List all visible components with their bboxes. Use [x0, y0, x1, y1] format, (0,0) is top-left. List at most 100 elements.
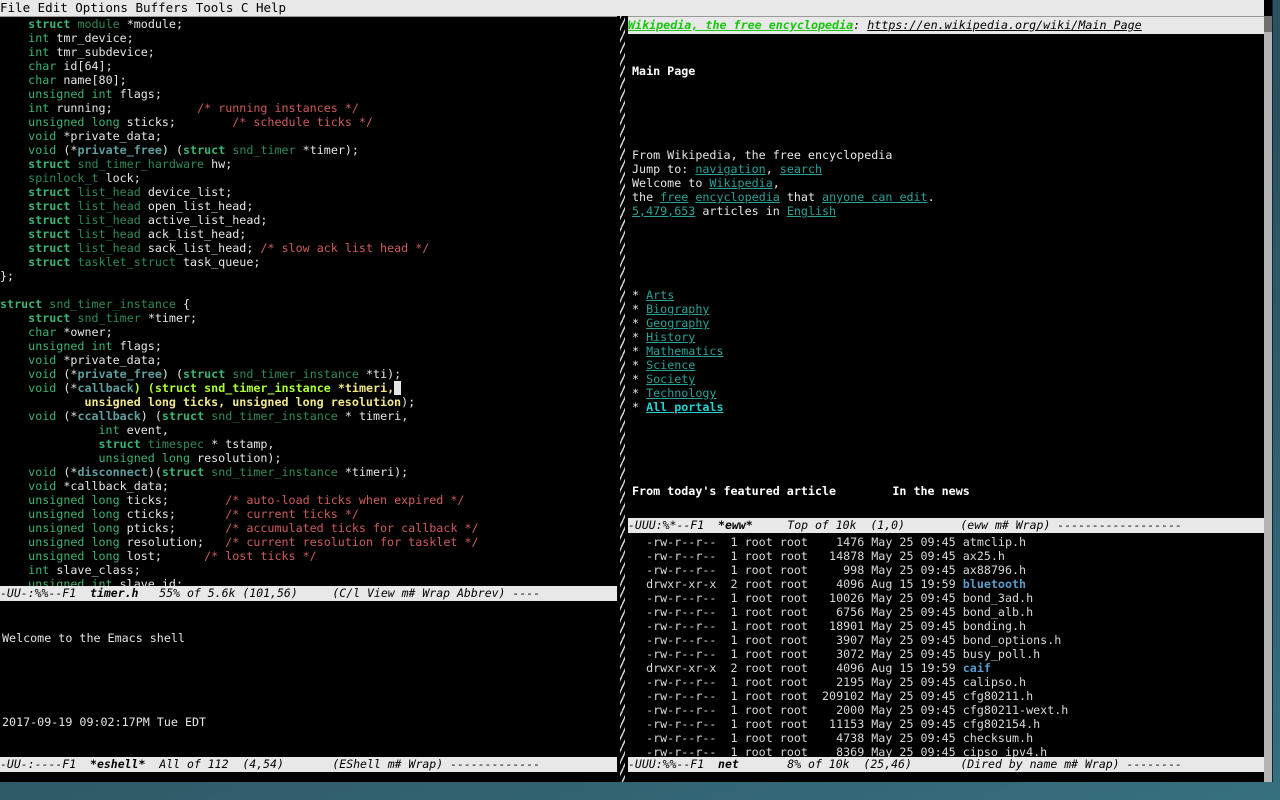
text-span: sticks; — [120, 115, 176, 129]
dired-perms: -rw-r--r-- — [632, 591, 731, 605]
text-span: ) ( — [162, 367, 183, 381]
table-row[interactable]: -rw-r--r-- 1 root root 3072 May 25 09:45… — [632, 647, 1068, 661]
text-span: void — [28, 353, 56, 367]
table-row[interactable]: drwxr-xr-x 2 root root 4096 Aug 15 19:59… — [632, 661, 1068, 675]
window-divider-vertical[interactable] — [617, 16, 628, 782]
portal-row[interactable]: * Mathematics — [632, 344, 970, 358]
dired-listing[interactable]: -rw-r--r-- 1 root root 1476 May 25 09:45… — [632, 535, 1068, 757]
text-span — [0, 185, 28, 199]
window-eww[interactable]: Wikipedia, the free encyclopedia: https:… — [628, 17, 1264, 518]
text-line: struct timespec * tstamp, — [0, 437, 479, 451]
portal-row[interactable]: * Society — [632, 372, 970, 386]
portal-link-arts[interactable]: Arts — [646, 288, 674, 302]
table-row[interactable]: -rw-r--r-- 1 root root 209102 May 25 09:… — [632, 689, 1068, 703]
eshell-blank — [2, 673, 375, 687]
text-span: snd_timer_instance — [211, 409, 338, 423]
portal-link-all-portals[interactable]: All portals — [646, 400, 723, 414]
text-span: }; — [0, 269, 14, 283]
portal-row[interactable]: * Science — [632, 358, 970, 372]
table-row[interactable]: -rw-r--r-- 1 root root 2195 May 25 09:45… — [632, 675, 1068, 689]
portal-row[interactable]: * All portals — [632, 400, 970, 414]
table-row[interactable]: -rw-r--r-- 1 root root 10026 May 25 09:4… — [632, 591, 1068, 605]
window-eshell[interactable]: Welcome to the Emacs shell 2017-09-19 09… — [0, 602, 617, 757]
table-row[interactable]: -rw-r--r-- 1 root root 6756 May 25 09:45… — [632, 605, 1068, 619]
portal-row[interactable]: * Technology — [632, 386, 970, 400]
dired-filename[interactable]: caif — [963, 661, 991, 675]
portal-link-history[interactable]: History — [646, 330, 695, 344]
menu-item-edit[interactable]: Edit — [38, 0, 68, 15]
dired-filename[interactable]: cfg80211.h — [963, 689, 1033, 703]
portal-row[interactable]: * Geography — [632, 316, 970, 330]
bullet-icon: * — [632, 288, 646, 302]
text-span: active_list_head; — [141, 213, 268, 227]
portal-link-science[interactable]: Science — [646, 358, 695, 372]
dired-date: May 25 09:45 — [871, 563, 962, 577]
dired-filename[interactable]: bonding.h — [963, 619, 1026, 633]
portal-link-mathematics[interactable]: Mathematics — [646, 344, 723, 358]
dired-size: 3907 — [815, 633, 871, 647]
modeline-c-source[interactable]: -UU-:%%--F1 timer.h 55% of 5.6k (101,56)… — [0, 586, 617, 601]
text-span: *timeri); — [338, 465, 408, 479]
dired-date: Aug 15 19:59 — [871, 577, 962, 591]
dired-filename[interactable]: cfg802154.h — [963, 717, 1040, 731]
dired-filename[interactable]: atmclip.h — [963, 535, 1026, 549]
text-line: void (*private_free) (struct snd_timer_i… — [0, 367, 479, 381]
dired-filename[interactable]: checksum.h — [963, 731, 1033, 745]
dired-links: 1 — [731, 619, 745, 633]
modeline-buffer-name[interactable]: *eshell* — [90, 757, 145, 771]
table-row[interactable]: -rw-r--r-- 1 root root 3907 May 25 09:45… — [632, 633, 1068, 647]
scrollbar-thumb[interactable] — [1264, 16, 1272, 32]
portal-row[interactable]: * Arts — [632, 288, 970, 302]
text-span — [0, 227, 28, 241]
portal-link-geography[interactable]: Geography — [646, 316, 709, 330]
dired-filename[interactable]: ax25.h — [963, 549, 1005, 563]
dired-filename[interactable]: bond_3ad.h — [963, 591, 1033, 605]
portal-link-society[interactable]: Society — [646, 372, 695, 386]
menu-bar[interactable]: File Edit Options Buffers Tools C Help — [0, 0, 1264, 17]
menu-item-buffers[interactable]: Buffers — [136, 0, 189, 15]
dired-filename[interactable]: busy_poll.h — [963, 647, 1040, 661]
table-row[interactable]: -rw-r--r-- 1 root root 18901 May 25 09:4… — [632, 619, 1068, 633]
table-row[interactable]: -rw-r--r-- 1 root root 2000 May 25 09:45… — [632, 703, 1068, 717]
table-row[interactable]: -rw-r--r-- 1 root root 14878 May 25 09:4… — [632, 549, 1068, 563]
menu-item-tools[interactable]: Tools — [196, 0, 234, 15]
menu-item-help[interactable]: Help — [256, 0, 286, 15]
scrollbar-vertical[interactable] — [1264, 16, 1272, 782]
table-row[interactable]: -rw-r--r-- 1 root root 1476 May 25 09:45… — [632, 535, 1068, 549]
portal-row[interactable]: * Biography — [632, 302, 970, 316]
table-row[interactable]: drwxr-xr-x 2 root root 4096 Aug 15 19:59… — [632, 577, 1068, 591]
eww-portal-list[interactable]: * Arts* Biography* Geography* History* M… — [632, 288, 970, 414]
portal-link-biography[interactable]: Biography — [646, 302, 709, 316]
modeline-eshell[interactable]: -UU-:----F1 *eshell* All of 112 (4,54) (… — [0, 757, 617, 772]
text-line: int event, — [0, 423, 479, 437]
dired-filename[interactable]: bond_options.h — [963, 633, 1062, 647]
dired-perms: -rw-r--r-- — [632, 689, 731, 703]
window-c-source[interactable]: struct module *module; int tmr_device; i… — [0, 17, 617, 586]
text-line: struct snd_timer_instance { — [0, 297, 479, 311]
text-span: struct — [0, 297, 42, 311]
modeline-dired[interactable]: -UUU:%%--F1 net 8% of 10k (25,46) (Dired… — [628, 757, 1264, 772]
dired-filename[interactable]: calipso.h — [963, 675, 1026, 689]
modeline-buffer-name[interactable]: net — [718, 757, 739, 771]
table-row[interactable]: -rw-r--r-- 1 root root 998 May 25 09:45 … — [632, 563, 1068, 577]
window-dired[interactable]: -rw-r--r-- 1 root root 1476 May 25 09:45… — [628, 533, 1264, 757]
modeline-buffer-name[interactable]: timer.h — [90, 586, 138, 600]
dired-filename[interactable]: ax88796.h — [963, 563, 1026, 577]
text-span — [169, 493, 225, 507]
modeline-buffer-name[interactable]: *eww* — [718, 518, 753, 532]
menu-item-file[interactable]: File — [0, 0, 30, 15]
table-row[interactable]: -rw-r--r-- 1 root root 4738 May 25 09:45… — [632, 731, 1068, 745]
portal-row[interactable]: * History — [632, 330, 970, 344]
dired-filename[interactable]: bond_alb.h — [963, 605, 1033, 619]
dired-filename[interactable]: cfg80211-wext.h — [963, 703, 1069, 717]
text-span: event, — [120, 423, 169, 437]
modeline-eww[interactable]: -UUU:%*--F1 *eww* Top of 10k (1,0) (eww … — [628, 518, 1264, 533]
dired-filename[interactable]: cipso_ipv4.h — [963, 745, 1047, 757]
dired-links: 1 — [731, 647, 745, 661]
text-line: struct module *module; — [0, 17, 479, 31]
menu-item-options[interactable]: Options — [75, 0, 128, 15]
table-row[interactable]: -rw-r--r-- 1 root root 8369 May 25 09:45… — [632, 745, 1068, 757]
dired-filename[interactable]: bluetooth — [963, 577, 1026, 591]
portal-link-technology[interactable]: Technology — [646, 386, 716, 400]
table-row[interactable]: -rw-r--r-- 1 root root 11153 May 25 09:4… — [632, 717, 1068, 731]
